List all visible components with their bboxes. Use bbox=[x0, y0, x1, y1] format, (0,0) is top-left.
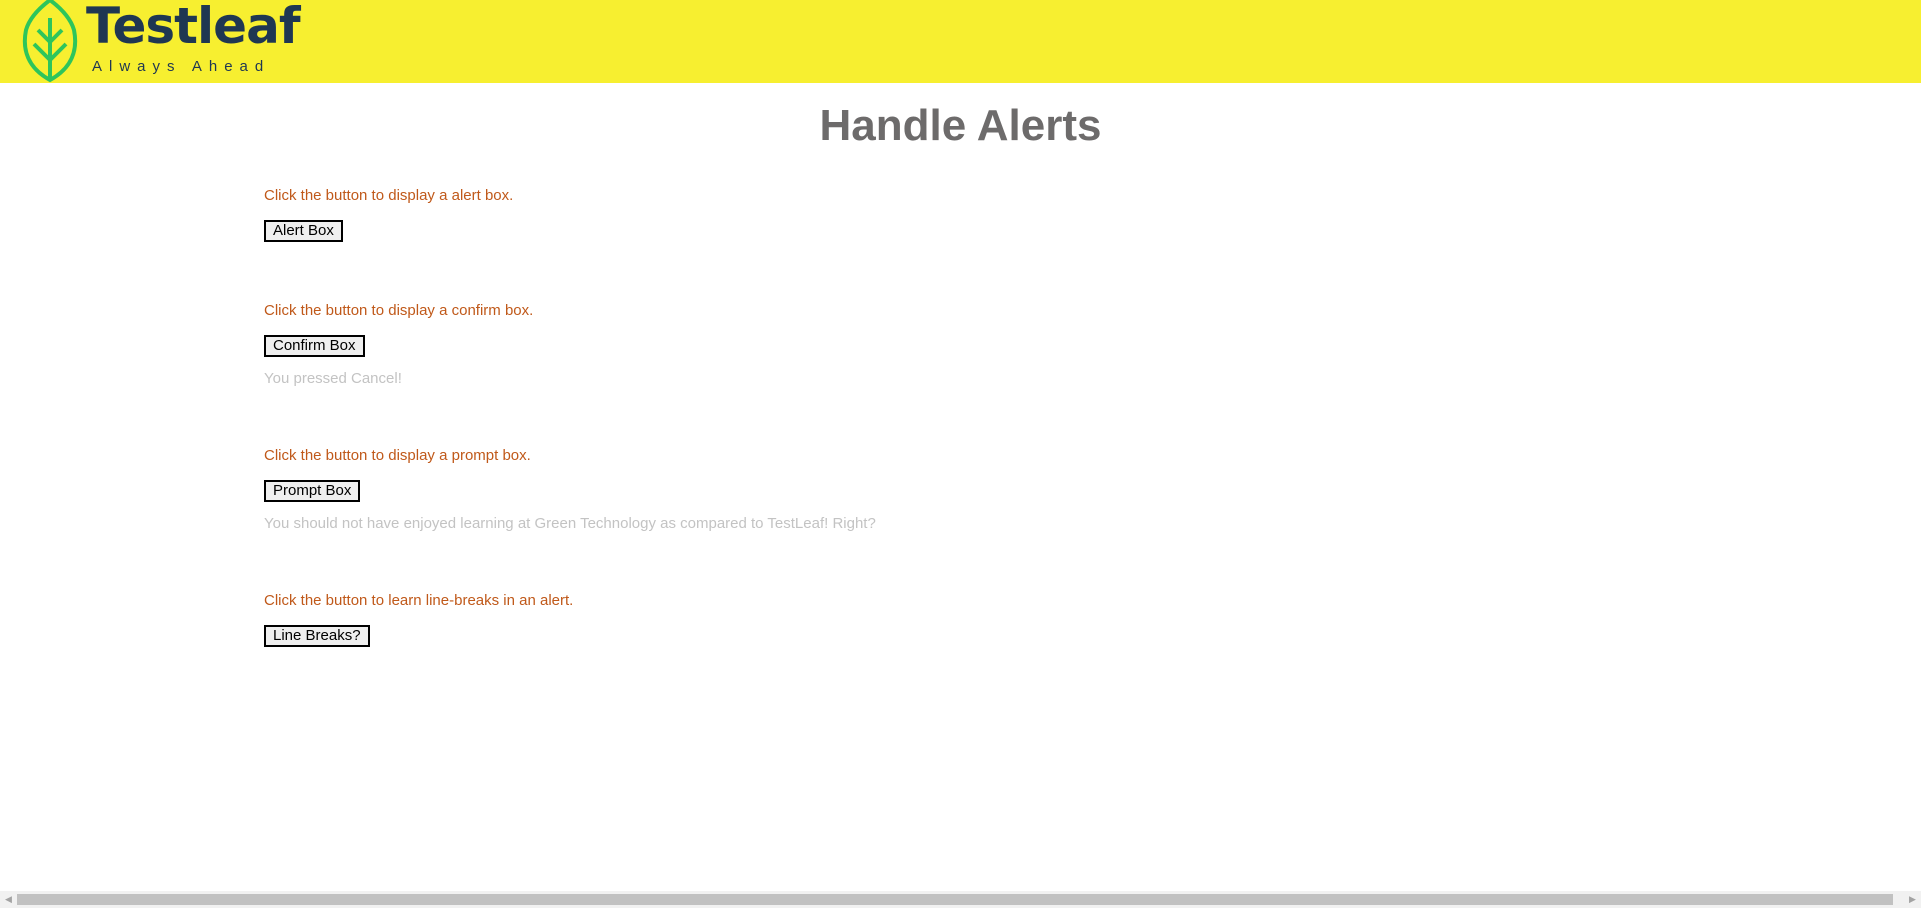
header: Testleaf Always Ahead bbox=[0, 0, 1921, 83]
prompt-section: Click the button to display a prompt box… bbox=[264, 447, 876, 532]
testleaf-logo[interactable]: Testleaf Always Ahead bbox=[20, 0, 301, 83]
page: Testleaf Always Ahead Handle Alerts Clic… bbox=[0, 0, 1921, 908]
chevron-left-icon[interactable]: ◀ bbox=[0, 891, 17, 908]
prompt-result: You should not have enjoyed learning at … bbox=[264, 515, 876, 532]
confirm-box-button[interactable]: Confirm Box bbox=[264, 335, 365, 357]
leaf-icon bbox=[22, 0, 78, 83]
prompt-instruction: Click the button to display a prompt box… bbox=[264, 447, 531, 464]
confirm-instruction: Click the button to display a confirm bo… bbox=[264, 302, 534, 319]
scrollbar-thumb[interactable] bbox=[17, 894, 1893, 905]
alert-section: Click the button to display a alert box.… bbox=[264, 187, 514, 242]
horizontal-scrollbar[interactable]: ◀ ▶ bbox=[0, 891, 1921, 908]
line-breaks-section: Click the button to learn line-breaks in… bbox=[264, 592, 574, 647]
page-title: Handle Alerts bbox=[819, 101, 1102, 150]
confirm-result: You pressed Cancel! bbox=[264, 370, 402, 387]
brand-tagline: Always Ahead bbox=[92, 58, 271, 75]
prompt-box-button[interactable]: Prompt Box bbox=[264, 480, 361, 502]
line-breaks-instruction: Click the button to learn line-breaks in… bbox=[264, 592, 574, 609]
brand-name: Testleaf bbox=[86, 0, 301, 55]
alert-box-button[interactable]: Alert Box bbox=[264, 220, 343, 242]
line-breaks-button[interactable]: Line Breaks? bbox=[264, 625, 370, 647]
confirm-section: Click the button to display a confirm bo… bbox=[264, 302, 534, 387]
alert-instruction: Click the button to display a alert box. bbox=[264, 187, 514, 204]
chevron-right-icon[interactable]: ▶ bbox=[1904, 891, 1921, 908]
